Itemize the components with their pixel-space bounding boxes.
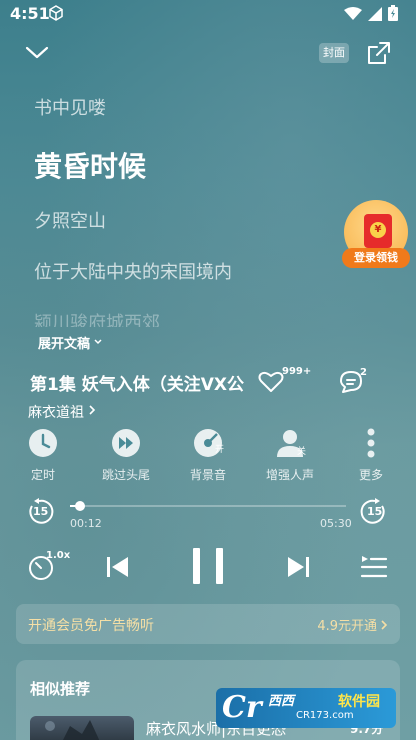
watermark-name: 西西 xyxy=(268,694,295,709)
expand-transcript-button[interactable]: 展开文稿 xyxy=(38,333,103,352)
vip-action-label: 4.9元开通 xyxy=(317,619,377,634)
author-name: 麻衣道祖 xyxy=(28,405,84,421)
lyric-line[interactable]: 书中见喽 xyxy=(34,94,106,120)
pause-icon xyxy=(193,548,223,584)
lyric-line[interactable]: 夕照空山 xyxy=(34,207,106,233)
like-button[interactable]: 999+ xyxy=(258,366,312,396)
episode-title: 第1集 妖气入体（关注VX公 xyxy=(30,375,245,395)
promo-badge[interactable]: ¥ 登录领钱 xyxy=(342,200,410,270)
share-icon xyxy=(366,42,392,70)
voice-enhance-label: 增强人声 xyxy=(265,468,314,482)
status-icons xyxy=(344,5,398,25)
total-time: 05:30 xyxy=(320,517,352,530)
skip-back-button[interactable]: 15 xyxy=(26,498,54,526)
promo-badge-label: 登录领钱 xyxy=(342,248,410,268)
watermark-url: CR173.com xyxy=(296,710,354,721)
chevron-right-icon xyxy=(88,404,96,420)
lyric-line[interactable]: 位于大陆中央的宋国境内 xyxy=(34,258,232,284)
playlist-icon xyxy=(360,556,388,578)
chevron-right-icon xyxy=(381,619,388,630)
chevron-down-icon xyxy=(22,46,52,68)
speed-button[interactable]: 1.0x xyxy=(28,550,71,582)
battery-icon xyxy=(388,5,398,25)
like-count: 999+ xyxy=(282,366,312,377)
cover-button[interactable]: 封面 xyxy=(319,43,349,63)
comment-count: 2 xyxy=(360,367,367,378)
author-link[interactable]: 麻衣道祖 xyxy=(28,402,96,422)
pause-button[interactable] xyxy=(190,546,226,586)
more-icon xyxy=(356,428,386,458)
skip-intro-button[interactable]: 跳过头尾 xyxy=(91,428,161,483)
next-icon xyxy=(288,557,309,577)
more-label: 更多 xyxy=(358,468,383,482)
progress-knob[interactable] xyxy=(75,501,85,511)
comment-button[interactable]: 2 xyxy=(338,367,370,396)
playlist-button[interactable] xyxy=(358,554,388,580)
skip-back-seconds: 15 xyxy=(33,505,49,518)
speed-label: 1.0x xyxy=(46,550,71,561)
background-sound-icon: 开 xyxy=(193,428,225,458)
wifi-icon xyxy=(344,6,362,25)
status-bar: 4:51 xyxy=(0,0,416,28)
more-button[interactable]: 更多 xyxy=(336,428,406,483)
vip-text: 开通会员免广告畅听 xyxy=(28,618,154,634)
skip-forward-button[interactable]: 15 xyxy=(360,498,388,526)
chevron-down-icon xyxy=(93,335,103,350)
progress-bar[interactable] xyxy=(70,501,346,511)
similar-item-cover[interactable] xyxy=(30,716,134,740)
skip-forward-seconds: 15 xyxy=(367,505,383,518)
coin-icon: ¥ xyxy=(370,222,386,238)
vip-action[interactable]: 4.9元开通 xyxy=(317,615,388,634)
previous-icon xyxy=(107,557,128,577)
clock-icon xyxy=(28,428,58,458)
signal-icon xyxy=(368,6,382,25)
timer-button[interactable]: 定时 xyxy=(8,428,78,483)
watermark-cn-name: 软件园 xyxy=(338,694,380,710)
lyric-line[interactable]: 颍川骏府城西郊 xyxy=(34,309,160,327)
background-sound-badge: 开 xyxy=(215,445,225,455)
cube-icon xyxy=(48,5,64,25)
vip-banner[interactable]: 开通会员免广告畅听 4.9元开通 xyxy=(16,604,400,644)
skip-intro-icon xyxy=(111,428,141,458)
background-sound-button[interactable]: 开 背景音 xyxy=(173,428,243,483)
lyric-line-current[interactable]: 黄昏时候 xyxy=(34,145,146,185)
skip-intro-label: 跳过头尾 xyxy=(101,468,150,482)
timer-label: 定时 xyxy=(30,468,55,482)
collapse-button[interactable] xyxy=(22,40,52,64)
voice-enhance-button[interactable]: 关 增强人声 xyxy=(255,428,325,483)
voice-enhance-icon: 关 xyxy=(275,428,307,458)
expand-label: 展开文稿 xyxy=(38,337,91,352)
previous-button[interactable] xyxy=(104,554,132,580)
watermark-logo-mark: Cr xyxy=(222,690,262,725)
function-row: 定时 跳过头尾 开 背景音 关 增强人声 更多 xyxy=(0,428,416,488)
similar-title: 相似推荐 xyxy=(30,680,91,698)
status-time: 4:51 xyxy=(10,4,50,23)
next-button[interactable] xyxy=(284,554,312,580)
voice-enhance-badge: 关 xyxy=(297,447,307,457)
watermark-logo: Cr 西西 软件园 CR173.com xyxy=(216,688,396,728)
share-button[interactable] xyxy=(366,40,392,66)
background-sound-label: 背景音 xyxy=(189,468,226,482)
current-time: 00:12 xyxy=(70,517,102,530)
